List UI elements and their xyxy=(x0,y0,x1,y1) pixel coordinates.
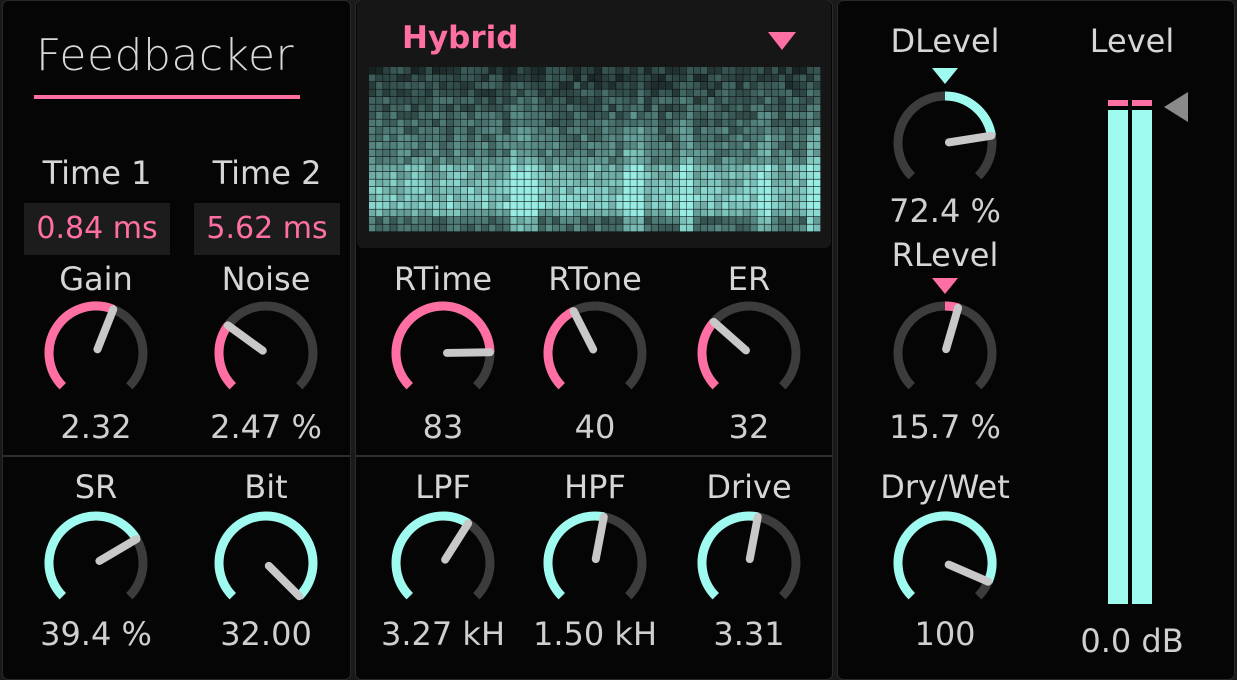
hpf-label: HPF xyxy=(564,468,626,506)
rtone-value: 40 xyxy=(574,408,616,446)
er-knob-fill xyxy=(697,318,720,390)
bit-knob-needle xyxy=(264,561,304,601)
er-knob-track xyxy=(697,301,801,390)
rtime-knob[interactable] xyxy=(383,293,503,413)
rlevel-value: 15.7 % xyxy=(889,408,1001,446)
output-meter-right xyxy=(1132,110,1152,604)
gain-knob[interactable] xyxy=(36,293,156,413)
dlevel-knob-fill xyxy=(944,91,996,137)
gain-knob-needle xyxy=(93,305,118,354)
meter-peak-left xyxy=(1108,100,1128,106)
left-divider xyxy=(3,455,350,457)
noise-knob-needle xyxy=(223,321,267,355)
time1-value-field[interactable]: 0.84 ms xyxy=(24,203,170,255)
device-title: Feedbacker xyxy=(36,30,295,81)
rlevel-label: RLevel xyxy=(891,236,999,274)
noise-value: 2.47 % xyxy=(210,408,322,446)
center-divider xyxy=(356,455,832,457)
hpf-knob[interactable] xyxy=(535,503,655,623)
time2-label: Time 2 xyxy=(212,154,322,192)
time2-value-field[interactable]: 5.62 ms xyxy=(194,203,340,255)
dlevel-knob-needle xyxy=(944,131,996,147)
rtime-knob-needle xyxy=(442,348,494,357)
rtone-knob-needle xyxy=(569,307,598,354)
sr-knob-fill xyxy=(44,511,141,600)
bit-knob[interactable] xyxy=(206,503,326,623)
sr-knob-needle xyxy=(95,535,141,565)
rlevel-center-marker-icon xyxy=(932,278,958,294)
rtone-knob[interactable] xyxy=(535,293,655,413)
output-level-label: Level xyxy=(1089,22,1175,60)
preset-dropdown-icon[interactable] xyxy=(768,32,796,50)
lpf-knob[interactable] xyxy=(383,503,503,623)
level-slider-arrow-icon[interactable] xyxy=(1160,90,1190,124)
sr-label: SR xyxy=(74,468,118,506)
bit-label: Bit xyxy=(244,468,288,506)
noise-knob[interactable] xyxy=(206,293,326,413)
dlevel-center-marker-icon xyxy=(932,68,958,84)
dlevel-knob[interactable] xyxy=(885,83,1005,203)
spectrum-graphic xyxy=(369,67,821,232)
drywet-label: Dry/Wet xyxy=(880,468,1010,506)
drywet-knob-fill xyxy=(893,511,997,600)
lpf-knob-fill xyxy=(391,511,471,600)
rlevel-knob[interactable] xyxy=(885,293,1005,413)
time1-label: Time 1 xyxy=(42,154,152,192)
er-knob[interactable] xyxy=(689,293,809,413)
rlevel-knob-needle xyxy=(942,303,963,354)
drive-knob[interactable] xyxy=(689,503,809,623)
dlevel-label: DLevel xyxy=(890,22,1000,60)
sr-knob[interactable] xyxy=(36,503,156,623)
meter-peak-right xyxy=(1132,100,1152,106)
output-level-value: 0.0 dB xyxy=(1080,622,1184,660)
drive-knob-needle xyxy=(745,512,762,564)
er-value: 32 xyxy=(728,408,770,446)
reverb-spectrum-display xyxy=(369,67,821,232)
lpf-knob-needle xyxy=(441,519,473,564)
hpf-knob-needle xyxy=(591,512,608,564)
er-knob-needle xyxy=(709,317,750,355)
reverb-preset-label[interactable]: Hybrid xyxy=(402,20,518,56)
gain-knob-fill xyxy=(44,301,115,390)
drywet-knob-needle xyxy=(944,560,993,586)
rtime-knob-fill xyxy=(391,301,495,390)
drive-label: Drive xyxy=(706,468,792,506)
title-underline xyxy=(34,95,300,99)
noise-knob-track xyxy=(214,301,318,390)
output-meter-left xyxy=(1108,110,1128,604)
gain-value: 2.32 xyxy=(60,408,132,446)
noise-knob-fill xyxy=(214,322,237,390)
drywet-knob[interactable] xyxy=(885,503,1005,623)
rtone-knob-fill xyxy=(543,307,576,390)
bit-knob-fill xyxy=(214,511,318,600)
